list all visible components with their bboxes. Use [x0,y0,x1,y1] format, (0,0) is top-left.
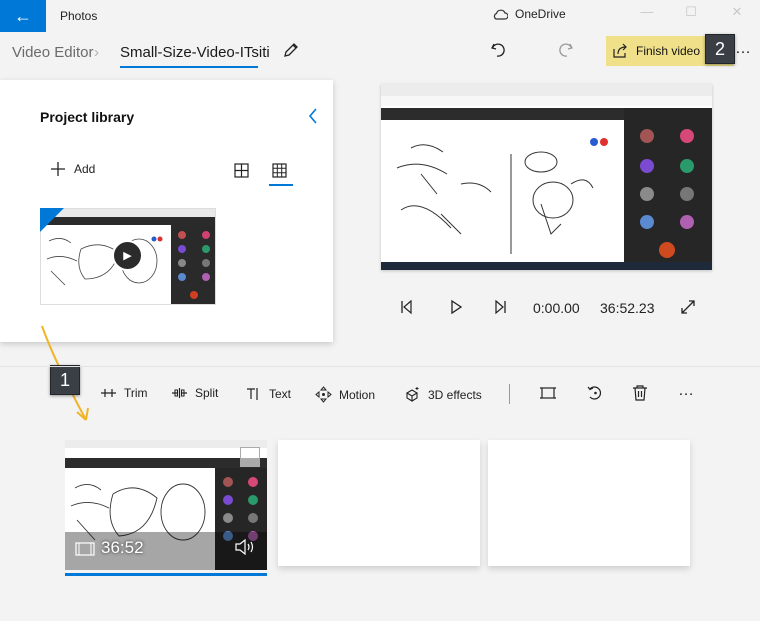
back-arrow-icon: ← [14,5,32,26]
trim-label: Trim [124,386,148,400]
resize-button[interactable] [539,384,557,407]
project-name-underline [120,66,258,68]
resize-icon [540,387,556,399]
collapse-library-button[interactable] [306,106,320,131]
minimize-button[interactable]: — [632,4,662,19]
grid-large-icon [234,163,249,178]
expand-icon [681,300,695,314]
text-icon [247,388,258,400]
motion-icon [315,386,332,403]
chevron-left-icon [308,108,317,124]
rotate-icon [587,386,601,400]
play-button[interactable] [449,299,463,320]
breadcrumb-video-editor[interactable]: Video Editor [12,44,93,61]
play-icon: ▶ [123,250,132,262]
share-icon [613,43,627,58]
previous-frame-button[interactable] [399,299,413,320]
redo-button[interactable] [557,41,575,64]
clip-duration: 36:52 [101,538,144,557]
clip-select-checkbox[interactable] [240,447,260,467]
onedrive-label: OneDrive [515,7,566,21]
thumbnail-added-marker [40,208,64,232]
clip-volume-button[interactable] [234,538,256,560]
3d-effects-button[interactable]: 3D effects [404,386,482,403]
storyboard-more-button[interactable]: … [678,382,695,400]
expand-preview-button[interactable] [680,299,696,320]
text-label: Text [269,386,292,401]
clip-film-icon-wrap [75,542,95,561]
undo-button[interactable] [489,41,507,64]
clip-selected-indicator [65,573,267,576]
project-library-title: Project library [40,109,135,125]
plus-icon [51,162,65,176]
3d-effects-icon [405,387,419,402]
large-thumbnails-button[interactable] [234,163,249,183]
callout-badge-1: 1 [50,365,80,395]
back-button[interactable]: ← [0,0,46,32]
motion-button[interactable]: Motion [315,386,375,403]
storyboard-empty-slot [278,440,480,566]
next-frame-button[interactable] [494,299,508,320]
current-time: 0:00.00 [533,300,580,316]
thumbnail-play-button[interactable]: ▶ [112,240,143,271]
grid-small-icon [272,163,287,178]
speaker-icon [235,538,254,556]
step-back-icon [401,299,412,315]
trim-button[interactable]: Trim [100,386,148,400]
motion-label: Motion [339,387,376,402]
trim-icon [101,389,116,397]
redo-icon [559,43,573,57]
callout-badge-2: 2 [705,34,735,64]
trash-icon [633,385,647,401]
view-mode-indicator [269,184,293,186]
add-label: Add [74,162,96,176]
storyboard-empty-slot [488,440,690,566]
close-button[interactable]: ✕ [722,4,752,20]
add-media-button[interactable]: Add [50,161,95,177]
cloud-icon [493,9,508,20]
play-outline-icon [451,299,463,315]
total-duration: 36:52.23 [600,300,655,316]
delete-button[interactable] [632,384,648,407]
rename-button[interactable] [282,41,300,64]
rotate-button[interactable] [586,384,604,407]
pencil-icon [284,43,298,57]
split-button[interactable]: Split [171,386,218,400]
split-icon [172,388,187,398]
more-options-button[interactable]: … [735,40,752,58]
preview-frame-image [381,84,712,270]
undo-icon [491,43,505,57]
step-forward-icon [495,299,506,315]
finish-video-label: Finish video [636,44,701,58]
video-preview[interactable] [381,84,712,270]
onedrive-status[interactable]: OneDrive [492,7,566,21]
film-icon [75,542,95,556]
toolbar-divider [509,384,510,404]
app-title: Photos [60,9,98,23]
project-name[interactable]: Small-Size-Video-ITsiti [120,44,270,61]
maximize-button[interactable]: ☐ [676,4,706,20]
split-label: Split [195,386,219,400]
small-thumbnails-button[interactable] [272,163,287,183]
text-button[interactable]: Text [245,386,291,401]
breadcrumb-separator: › [94,44,99,61]
section-divider [0,366,760,367]
3d-effects-label: 3D effects [428,387,482,402]
